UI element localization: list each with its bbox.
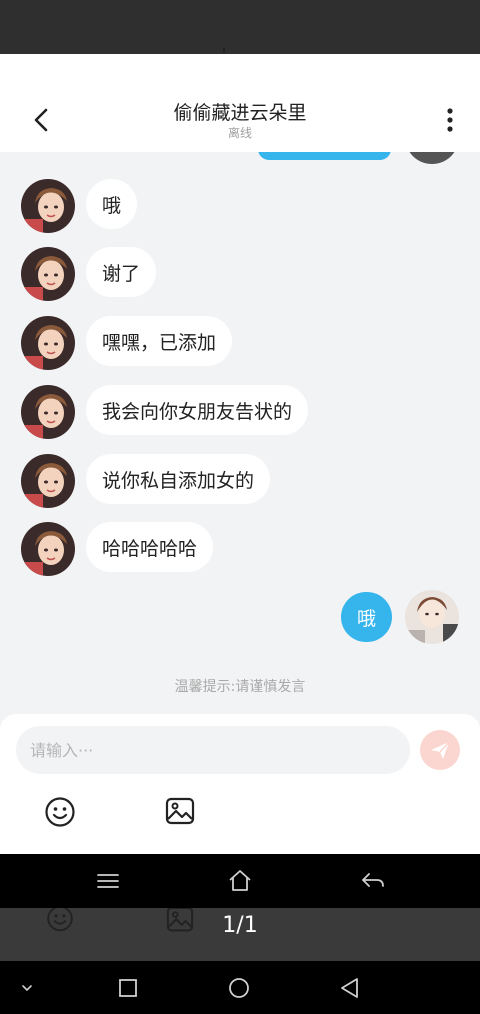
- message-row: 嘿嘿，已添加: [0, 316, 480, 370]
- message-bubble[interactable]: 哈哈哈哈哈: [86, 522, 214, 572]
- message-list[interactable]: 哦 谢了 嘿嘿，已添加 我会向你女朋友告状的 说你私自添加女的 哈哈哈哈哈 哦 …: [0, 152, 480, 714]
- image-icon[interactable]: [165, 796, 195, 826]
- send-button[interactable]: [420, 730, 460, 770]
- return-icon[interactable]: [360, 868, 386, 894]
- avatar[interactable]: [21, 247, 75, 301]
- avatar[interactable]: [405, 152, 459, 164]
- menu-icon[interactable]: [95, 868, 121, 894]
- chevron-down-icon[interactable]: [14, 975, 40, 1001]
- app-nav-bar: [0, 854, 480, 908]
- message-bubble-partial: [258, 152, 391, 160]
- message-bubble[interactable]: 我会向你女朋友告状的: [86, 385, 309, 435]
- message-bubble[interactable]: 哦: [86, 179, 138, 229]
- avatar[interactable]: [21, 316, 75, 370]
- page-counter: 1/1: [222, 913, 258, 938]
- status-notch: [223, 48, 225, 53]
- message-bubble[interactable]: 说你私自添加女的: [86, 454, 271, 504]
- avatar[interactable]: [405, 590, 459, 644]
- composer: [0, 714, 480, 854]
- home-circle-icon[interactable]: [226, 975, 252, 1001]
- avatar[interactable]: [21, 385, 75, 439]
- message-bubble[interactable]: 谢了: [86, 247, 157, 297]
- more-vertical-icon[interactable]: [440, 106, 460, 134]
- system-nav-bar: [0, 961, 480, 1014]
- page-title: 偷偷藏进云朵里: [173, 102, 307, 124]
- back-triangle-icon[interactable]: [337, 975, 363, 1001]
- message-bubble[interactable]: 嘿嘿，已添加: [86, 316, 233, 366]
- emoji-icon[interactable]: [44, 796, 76, 828]
- message-row: 谢了: [0, 247, 480, 301]
- message-input[interactable]: [16, 726, 410, 774]
- image-viewer-bar: 1/1: [0, 908, 480, 961]
- message-row: 哦: [0, 179, 480, 233]
- message-row: 说你私自添加女的: [0, 454, 480, 508]
- message-row: 哦: [0, 590, 480, 644]
- safety-tip: 温馨提示:请谨慎发言: [174, 679, 306, 695]
- home-icon[interactable]: [227, 868, 253, 894]
- message-row: 我会向你女朋友告状的: [0, 385, 480, 439]
- chat-header: 偷偷藏进云朵里 离线: [0, 54, 480, 152]
- online-status: 离线: [227, 126, 252, 140]
- recent-apps-icon[interactable]: [115, 975, 141, 1001]
- avatar[interactable]: [21, 179, 75, 233]
- send-icon: [431, 741, 450, 759]
- my-message-bubble[interactable]: 哦: [341, 592, 393, 642]
- message-row: 哈哈哈哈哈: [0, 522, 480, 576]
- status-bar: [0, 0, 480, 54]
- avatar[interactable]: [21, 522, 75, 576]
- avatar[interactable]: [21, 454, 75, 508]
